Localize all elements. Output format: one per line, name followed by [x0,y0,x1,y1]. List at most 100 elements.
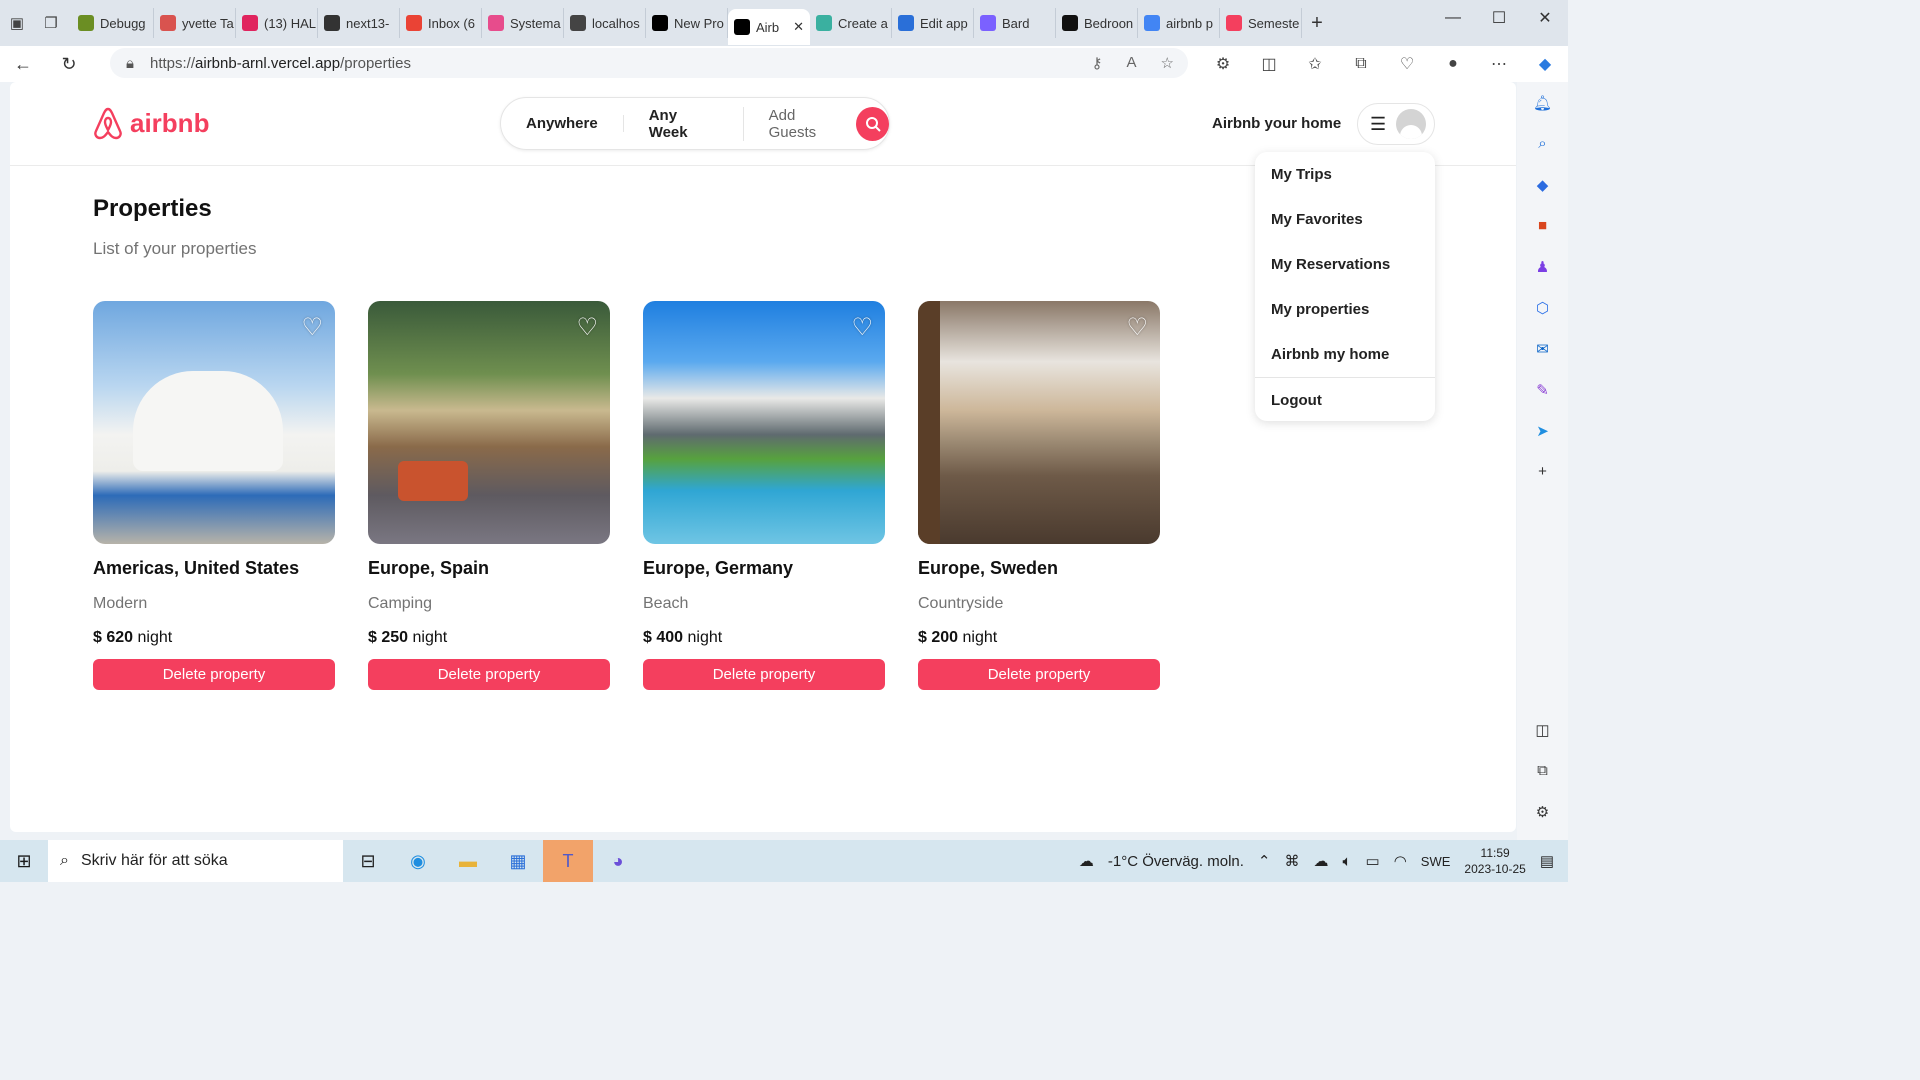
delete-property-button[interactable]: Delete property [918,659,1160,690]
teams-icon[interactable]: T [543,840,593,882]
delete-property-button[interactable]: Delete property [368,659,610,690]
browser-tab[interactable]: Debugg [72,8,154,38]
add-sidebar-icon[interactable]: + [1517,451,1568,492]
browser-tab[interactable]: Create a [810,8,892,38]
new-tab-button[interactable]: + [1302,12,1332,35]
close-window-icon[interactable]: ✕ [1522,0,1568,36]
tab-favicon-icon [242,15,258,31]
sidebar-panel-icon[interactable]: ◫ [1517,709,1568,750]
chevron-up-icon[interactable]: ⌃ [1258,852,1271,870]
delete-property-button[interactable]: Delete property [643,659,885,690]
menu-item[interactable]: My Trips [1255,152,1435,197]
extensions-icon[interactable]: ⚙ [1200,50,1246,78]
weather-text[interactable]: -1°C Överväg. moln. [1108,853,1244,870]
heart-icon[interactable]: ♡ [851,313,873,342]
heart-icon[interactable]: ♡ [1126,313,1148,342]
delete-property-button[interactable]: Delete property [93,659,335,690]
file-explorer-icon[interactable]: ▬ [443,840,493,882]
volume-icon[interactable]: 🔈︎ [1343,853,1352,870]
property-card[interactable]: ♡ Europe, Germany Beach $ 400 night Dele… [643,301,885,690]
browser-tab[interactable]: localhos [564,8,646,38]
property-photo[interactable]: ♡ [918,301,1160,544]
menu-item-logout[interactable]: Logout [1255,378,1435,423]
search-where[interactable]: Anywhere [501,115,624,132]
collections-icon[interactable]: ⧉ [1338,50,1384,78]
settings-gear-icon[interactable]: ⚙ [1517,791,1568,832]
property-card[interactable]: ♡ Americas, United States Modern $ 620 n… [93,301,335,690]
property-photo[interactable]: ♡ [643,301,885,544]
tab-actions-icon[interactable]: ❐ [34,6,68,40]
search-bar[interactable]: Anywhere Any Week Add Guests [500,97,890,150]
url-field[interactable]: 🔒︎ https://airbnb-arnl.vercel.app/proper… [110,48,1188,78]
browser-tab[interactable]: Semeste [1220,8,1302,38]
menu-item[interactable]: My Favorites [1255,197,1435,242]
close-tab-icon[interactable]: ✕ [793,19,804,35]
refresh-icon[interactable]: ↻ [46,54,92,75]
favorites-icon[interactable]: ✩ [1292,50,1338,78]
read-aloud-icon[interactable]: A [1127,54,1137,72]
menu-item[interactable]: Airbnb my home [1255,332,1435,377]
clock[interactable]: 11:59 2023-10-25 [1464,845,1525,877]
lock-icon[interactable]: 🔒︎ [126,55,134,72]
drop-icon[interactable]: ➤ [1517,410,1568,451]
heart-icon[interactable]: ♡ [301,313,323,342]
browser-essentials-icon[interactable]: ♡ [1384,50,1430,78]
search-icon[interactable]: ⌕ [1517,123,1568,164]
airbnb-logo[interactable]: airbnb [92,106,209,140]
tools-icon[interactable]: ■ [1517,205,1568,246]
browser-tab[interactable]: yvette Ta [154,8,236,38]
task-view-icon[interactable]: ⊟ [343,840,393,882]
profile-icon[interactable]: ● [1430,50,1476,78]
wifi-icon[interactable]: ◠ [1394,852,1407,870]
shopping-tag-icon[interactable]: ◆ [1517,164,1568,205]
copilot-icon[interactable]: ◆ [1522,50,1568,78]
store-icon[interactable]: ▦ [493,840,543,882]
property-card[interactable]: ♡ Europe, Sweden Countryside $ 200 night… [918,301,1160,690]
workspaces-icon[interactable]: ▣ [0,6,34,40]
browser-tab[interactable]: Edit app [892,8,974,38]
designer-icon[interactable]: ✎ [1517,369,1568,410]
taskbar-search[interactable]: ⌕ Skriv här för att söka [48,840,343,882]
browser-tab[interactable]: Systema [482,8,564,38]
browser-tab[interactable]: Bard [974,8,1056,38]
open-external-icon[interactable]: ⧉ [1517,750,1568,791]
split-screen-icon[interactable]: ◫ [1246,50,1292,78]
property-card[interactable]: ♡ Europe, Spain Camping $ 250 night Dele… [368,301,610,690]
menu-item[interactable]: My Reservations [1255,242,1435,287]
weather-icon[interactable]: ☁ [1079,852,1094,870]
bell-icon[interactable]: 🔔︎ [1517,82,1568,123]
heart-icon[interactable]: ♡ [576,313,598,342]
games-icon[interactable]: ♟ [1517,246,1568,287]
minimize-icon[interactable]: — [1430,0,1476,36]
browser-tab[interactable]: (13) HAL [236,8,318,38]
notifications-icon[interactable]: ▤ [1540,852,1554,870]
network-icon[interactable]: ⌘ [1285,852,1300,870]
browser-tab[interactable]: next13- [318,8,400,38]
airbnb-your-home-link[interactable]: Airbnb your home [1212,115,1341,132]
browser-tab[interactable]: Airb ✕ [728,9,810,45]
outlook-icon[interactable]: ✉ [1517,328,1568,369]
search-button[interactable] [856,106,889,141]
battery-icon[interactable]: ▭ [1366,852,1380,870]
chat-app-icon[interactable]: ◕ [593,840,643,882]
windows-start-icon[interactable]: ⊞ [0,840,48,882]
search-guests[interactable]: Add Guests [744,107,857,141]
onedrive-icon[interactable]: ☁ [1314,852,1329,870]
browser-tab[interactable]: Inbox (6 [400,8,482,38]
edge-taskbar-icon[interactable]: ◉ [393,840,443,882]
browser-tab[interactable]: Bedroon [1056,8,1138,38]
back-icon[interactable]: ← [0,54,46,75]
favorite-star-icon[interactable]: ☆ [1161,54,1174,72]
property-photo[interactable]: ♡ [368,301,610,544]
browser-tab[interactable]: New Pro [646,8,728,38]
search-when[interactable]: Any Week [624,106,744,141]
more-icon[interactable]: ⋯ [1476,50,1522,78]
menu-item[interactable]: My properties [1255,287,1435,332]
maximize-icon[interactable]: ☐ [1476,0,1522,36]
user-menu-button[interactable]: ☰ [1357,103,1435,145]
microsoft365-icon[interactable]: ⬡ [1517,287,1568,328]
key-icon[interactable]: ⚷ [1092,54,1103,72]
language-indicator[interactable]: SWE [1421,854,1451,869]
browser-tab[interactable]: airbnb p [1138,8,1220,38]
property-photo[interactable]: ♡ [93,301,335,544]
